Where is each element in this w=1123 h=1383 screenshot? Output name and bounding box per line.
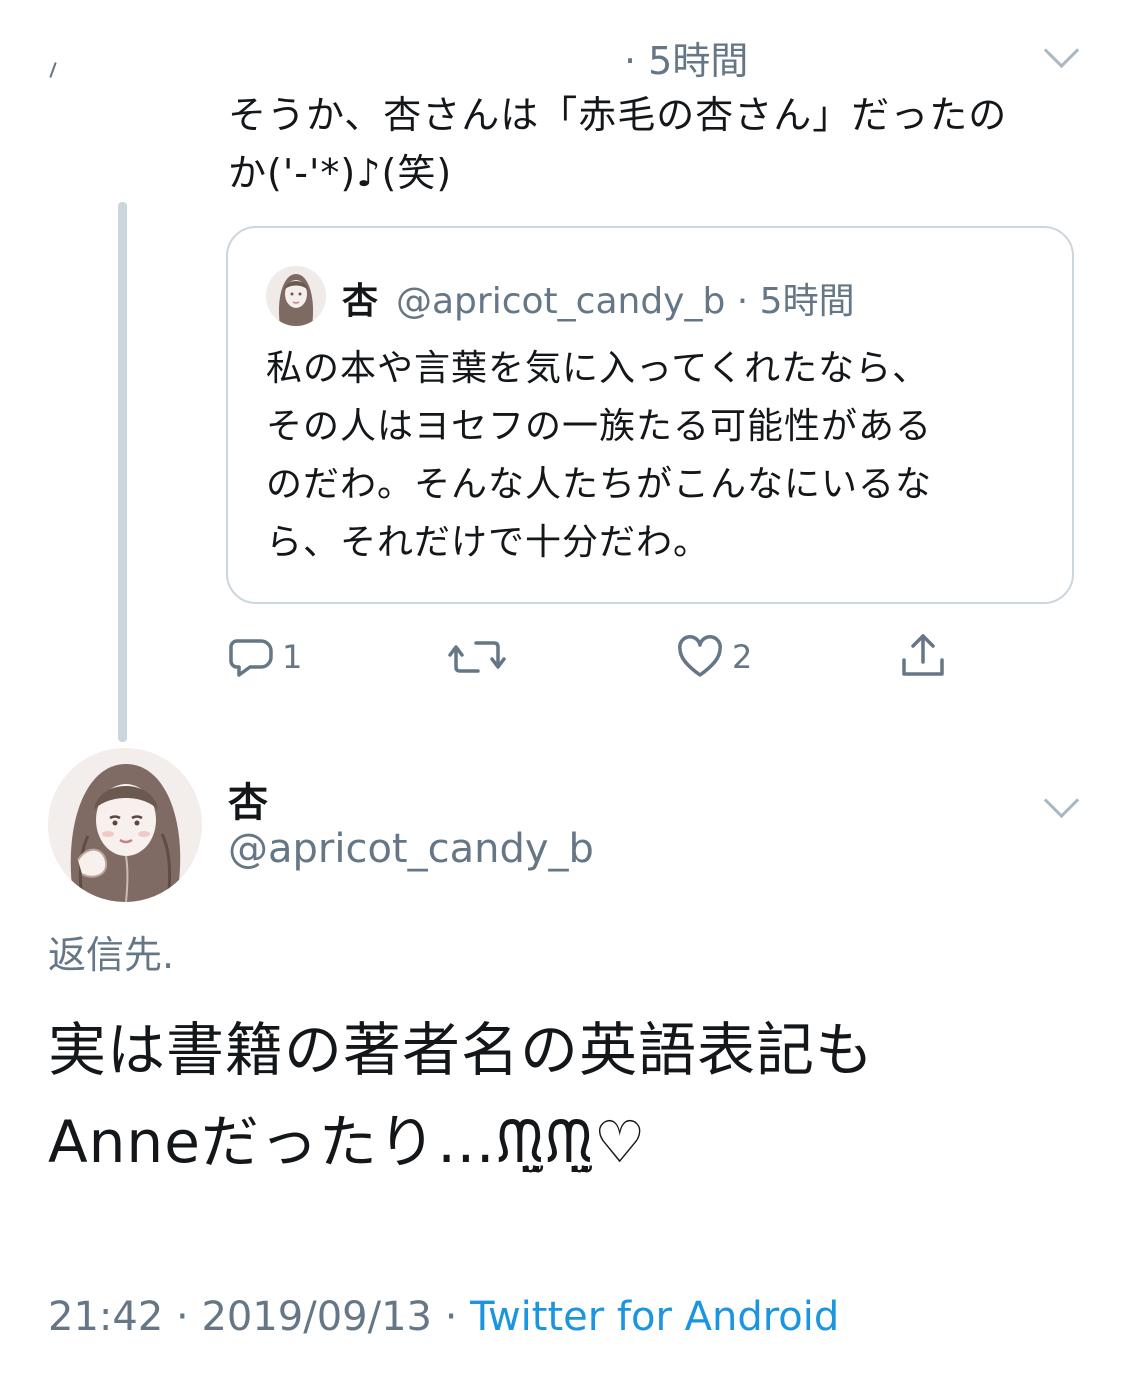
- share-button[interactable]: [898, 630, 948, 680]
- share-icon: [902, 634, 944, 676]
- reply-button[interactable]: 1: [228, 632, 302, 682]
- tweet-source-link[interactable]: Twitter for Android: [470, 1294, 839, 1340]
- author-name[interactable]: 杏: [228, 770, 268, 828]
- quoted-time: 5時間: [759, 281, 855, 322]
- tweet-time: 21:42: [48, 1294, 164, 1340]
- quoted-author-name[interactable]: 杏: [342, 272, 378, 324]
- avatar[interactable]: [48, 748, 202, 902]
- avatar-illustration: [48, 748, 202, 902]
- quoted-tweet-card[interactable]: 杏 @apricot_candy_b · 5時間 私の本や言葉を気に入ってくれた…: [226, 226, 1074, 604]
- tweet-footer: 21:42 · 2019/09/13 · Twitter for Android: [48, 1294, 839, 1340]
- retweet-button[interactable]: [448, 632, 514, 682]
- reply-count: 1: [282, 638, 303, 676]
- tweet-text: 実は書籍の著者名の英語表記も Anneだったり…ᙏ̤̫ᙏ̤̫♡: [48, 1016, 875, 1176]
- retweet-icon: [448, 641, 506, 673]
- tweet-date: 2019/09/13: [201, 1294, 432, 1340]
- heart-icon: [678, 635, 722, 677]
- quoted-author-meta: @apricot_candy_b · 5時間: [396, 272, 855, 324]
- avatar-illustration: [266, 266, 326, 326]
- thread-mark: [49, 62, 57, 78]
- avatar[interactable]: [266, 266, 326, 326]
- chevron-down-icon[interactable]: [1043, 32, 1080, 69]
- parent-tweet-time: · 5時間: [624, 39, 749, 83]
- author-handle[interactable]: @apricot_candy_b: [228, 826, 594, 872]
- like-count: 2: [732, 638, 753, 676]
- quoted-tweet-text: 私の本や言葉を気に入ってくれたなら、 その人はヨセフの一族たる可能性がある のだ…: [266, 348, 933, 563]
- footer-separator: ·: [444, 1294, 471, 1340]
- chevron-down-icon[interactable]: [1043, 782, 1080, 819]
- parent-tweet-text: そうか、杏さんは「赤毛の杏さん」だったの か('-'*)♪(笑): [228, 93, 1008, 195]
- reply-icon: [229, 639, 273, 677]
- footer-separator: ·: [176, 1294, 202, 1340]
- quoted-separator: ·: [736, 281, 760, 322]
- reply-to-label[interactable]: 返信先.: [48, 924, 174, 979]
- thread-line: [118, 202, 127, 742]
- like-button[interactable]: 2: [676, 632, 752, 682]
- quoted-author-handle[interactable]: @apricot_candy_b: [396, 281, 725, 322]
